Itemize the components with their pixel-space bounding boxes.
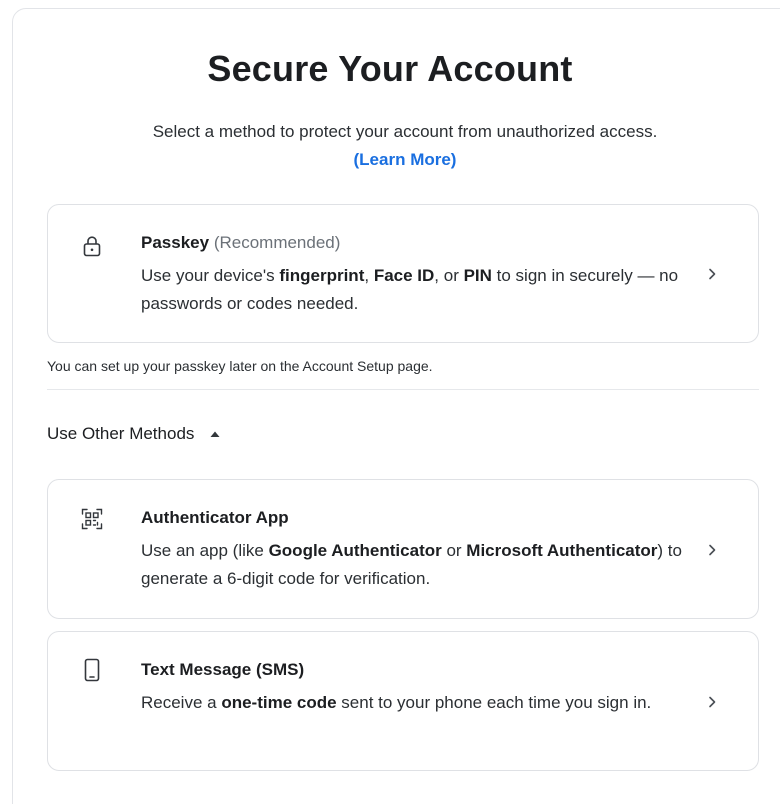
- other-methods-toggle[interactable]: Use Other Methods: [47, 424, 220, 444]
- desc-text: , or: [434, 266, 464, 285]
- desc-text: sent to your phone each time you sign in…: [336, 693, 652, 712]
- passkey-option-card[interactable]: Passkey (Recommended) Use your device's …: [47, 204, 759, 343]
- smartphone-icon: [84, 658, 100, 682]
- sms-title: Text Message (SMS): [141, 660, 305, 679]
- desc-bold: fingerprint: [279, 266, 365, 285]
- desc-text: ,: [364, 266, 374, 285]
- chevron-right-icon: [709, 696, 716, 708]
- desc-text: Use your device's: [141, 266, 280, 285]
- qr-scan-icon: [81, 508, 103, 530]
- subtitle-text: Select a method to protect your account …: [152, 122, 658, 141]
- desc-text: Use an app (like: [141, 541, 269, 560]
- learn-more-link[interactable]: (Learn More): [354, 150, 457, 169]
- passkey-title: Passkey (Recommended): [141, 233, 340, 253]
- lock-icon: [83, 236, 101, 257]
- sms-description: Receive a one-time code sent to your pho…: [141, 689, 686, 717]
- desc-bold: Face ID: [373, 266, 435, 285]
- desc-bold: Microsoft Authenticator: [466, 541, 658, 560]
- desc-bold: PIN: [463, 266, 492, 285]
- passkey-description: Use your device's fingerprint, Face ID, …: [141, 262, 686, 318]
- passkey-setup-note: You can set up your passkey later on the…: [47, 358, 433, 374]
- desc-bold: Google Authenticator: [268, 541, 442, 560]
- chevron-right-icon: [709, 268, 716, 280]
- authenticator-option-card[interactable]: Authenticator App Use an app (like Googl…: [47, 479, 759, 619]
- caret-up-icon: [210, 431, 220, 437]
- sms-option-card[interactable]: Text Message (SMS) Receive a one-time co…: [47, 631, 759, 771]
- page-subtitle: Select a method to protect your account …: [0, 118, 780, 174]
- desc-text: Receive a: [141, 693, 222, 712]
- section-divider: [47, 389, 759, 390]
- desc-bold: one-time code: [221, 693, 337, 712]
- recommended-tag: (Recommended): [213, 233, 341, 252]
- desc-text: or: [441, 541, 467, 560]
- authenticator-title: Authenticator App: [141, 508, 289, 527]
- passkey-title-text: Passkey: [141, 233, 210, 252]
- authenticator-description: Use an app (like Google Authenticator or…: [141, 537, 686, 593]
- chevron-right-icon: [709, 544, 716, 556]
- page-title: Secure Your Account: [207, 48, 573, 89]
- other-methods-label: Use Other Methods: [47, 424, 195, 443]
